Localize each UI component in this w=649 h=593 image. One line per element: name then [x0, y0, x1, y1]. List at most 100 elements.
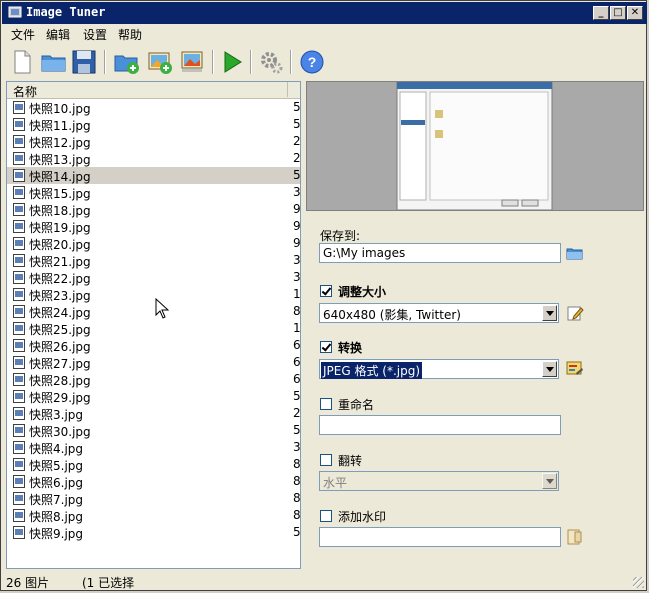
- file-list-row[interactable]: 快照7.jpg 8: [7, 490, 300, 507]
- file-name: 快照13.jpg: [29, 153, 91, 167]
- resize-dropdown[interactable]: 640x480 (影集, Twitter): [319, 303, 559, 323]
- file-list-row[interactable]: 快照19.jpg 9: [7, 218, 300, 235]
- file-list-row[interactable]: 快照22.jpg 3: [7, 269, 300, 286]
- toolbar-separator: [290, 50, 292, 74]
- menu-file[interactable]: 文件: [11, 26, 35, 43]
- file-list-row[interactable]: 快照12.jpg 2: [7, 133, 300, 150]
- file-list-row[interactable]: 快照27.jpg 6: [7, 354, 300, 371]
- file-list-row[interactable]: 快照25.jpg 1: [7, 320, 300, 337]
- file-size: 5: [293, 525, 301, 539]
- save-to-value: G:\My images: [323, 246, 406, 260]
- file-list-row[interactable]: 快照23.jpg 1: [7, 286, 300, 303]
- file-list-row[interactable]: 快照24.jpg 8: [7, 303, 300, 320]
- open-folder-icon[interactable]: [40, 48, 68, 76]
- file-name: 快照25.jpg: [29, 323, 91, 337]
- column-size-header[interactable]: [287, 82, 300, 97]
- add-image-icon[interactable]: [146, 48, 174, 76]
- flip-dropdown[interactable]: 水平: [319, 471, 559, 491]
- column-name-header[interactable]: 名称: [13, 83, 37, 100]
- resize-label: 调整大小: [338, 285, 387, 299]
- image-file-icon: [13, 441, 25, 454]
- minimize-button[interactable]: _: [593, 6, 609, 20]
- image-file-icon: [13, 237, 25, 250]
- file-list-row[interactable]: 快照3.jpg 2: [7, 405, 300, 422]
- resize-grip[interactable]: [633, 577, 644, 588]
- rename-field[interactable]: [319, 415, 561, 435]
- watermark-image-icon[interactable]: [566, 528, 584, 546]
- file-name: 快照9.jpg: [29, 527, 84, 541]
- save-icon[interactable]: [70, 48, 98, 76]
- file-list-row[interactable]: 快照18.jpg 9: [7, 201, 300, 218]
- watermark-field[interactable]: [319, 527, 561, 547]
- flip-checkbox[interactable]: [320, 454, 332, 466]
- file-name: 快照12.jpg: [29, 136, 91, 150]
- file-size: 2: [293, 151, 301, 165]
- file-list[interactable]: 名称 快照10.jpg 5 快照11.jpg 5 快照12.jpg 2 快照13.jpg 2 快…: [6, 81, 301, 569]
- app-icon: [8, 6, 22, 18]
- convert-dropdown-arrow[interactable]: [542, 361, 557, 377]
- resize-checkbox[interactable]: [320, 285, 332, 297]
- file-list-row[interactable]: 快照26.jpg 6: [7, 337, 300, 354]
- file-size: 2: [293, 406, 301, 420]
- convert-dropdown[interactable]: JPEG 格式 (*.jpg): [319, 359, 559, 379]
- menu-help[interactable]: 帮助: [118, 26, 142, 43]
- file-size: 6: [293, 372, 301, 386]
- file-list-row[interactable]: 快照21.jpg 3: [7, 252, 300, 269]
- file-list-row[interactable]: 快照13.jpg 2: [7, 150, 300, 167]
- file-list-row[interactable]: 快照29.jpg 5: [7, 388, 300, 405]
- file-list-row[interactable]: 快照8.jpg 8: [7, 507, 300, 524]
- file-list-row[interactable]: 快照6.jpg 8: [7, 473, 300, 490]
- menu-edit[interactable]: 编辑: [46, 26, 70, 43]
- maximize-button[interactable]: □: [610, 6, 626, 20]
- file-name: 快照22.jpg: [29, 272, 91, 286]
- file-list-row[interactable]: 快照30.jpg 5: [7, 422, 300, 439]
- resize-dropdown-arrow[interactable]: [542, 305, 557, 321]
- browse-folder-icon[interactable]: [566, 244, 584, 262]
- file-list-row[interactable]: 快照9.jpg 5: [7, 524, 300, 541]
- run-icon[interactable]: [218, 48, 246, 76]
- file-list-row[interactable]: 快照5.jpg 8: [7, 456, 300, 473]
- file-size: 8: [293, 474, 301, 488]
- file-name: 快照30.jpg: [29, 425, 91, 439]
- file-list-row[interactable]: 快照11.jpg 5: [7, 116, 300, 133]
- list-header[interactable]: 名称: [7, 82, 300, 99]
- new-file-icon[interactable]: [8, 48, 36, 76]
- file-size: 8: [293, 457, 301, 471]
- help-icon[interactable]: ?: [298, 48, 326, 76]
- image-file-icon: [13, 390, 25, 403]
- file-name: 快照28.jpg: [29, 374, 91, 388]
- file-list-row[interactable]: 快照10.jpg 5: [7, 99, 300, 116]
- image-file-icon: [13, 271, 25, 284]
- save-to-field[interactable]: G:\My images: [319, 243, 561, 263]
- format-options-icon[interactable]: [566, 360, 584, 378]
- preview-thumbnail: [396, 81, 553, 211]
- flip-dropdown-arrow[interactable]: [542, 473, 557, 489]
- menu-settings[interactable]: 设置: [83, 26, 107, 43]
- toolbar-separator: [104, 50, 106, 74]
- convert-value: JPEG 格式 (*.jpg): [321, 362, 423, 379]
- svg-text:?: ?: [308, 54, 317, 70]
- close-button[interactable]: ✕: [627, 6, 643, 20]
- image-file-icon: [13, 288, 25, 301]
- add-image-alt-icon[interactable]: [178, 48, 206, 76]
- file-name: 快照10.jpg: [29, 102, 91, 116]
- file-name: 快照26.jpg: [29, 340, 91, 354]
- file-list-row[interactable]: 快照4.jpg 3: [7, 439, 300, 456]
- watermark-checkbox[interactable]: [320, 510, 332, 522]
- file-name: 快照5.jpg: [29, 459, 84, 473]
- window-title: Image Tuner: [26, 5, 106, 19]
- rename-checkbox[interactable]: [320, 398, 332, 410]
- toolbar: ?: [2, 44, 647, 80]
- resize-value: 640x480 (影集, Twitter): [323, 308, 461, 322]
- settings-icon[interactable]: [257, 48, 285, 76]
- add-folder-icon[interactable]: [113, 48, 141, 76]
- file-size: 2: [293, 134, 301, 148]
- file-list-row[interactable]: 快照28.jpg 6: [7, 371, 300, 388]
- file-name: 快照23.jpg: [29, 289, 91, 303]
- file-list-row[interactable]: 快照14.jpg 5: [7, 167, 300, 184]
- convert-checkbox[interactable]: [320, 341, 332, 353]
- edit-pencil-icon[interactable]: [566, 304, 584, 322]
- file-list-row[interactable]: 快照15.jpg 3: [7, 184, 300, 201]
- file-list-row[interactable]: 快照20.jpg 9: [7, 235, 300, 252]
- image-file-icon: [13, 203, 25, 216]
